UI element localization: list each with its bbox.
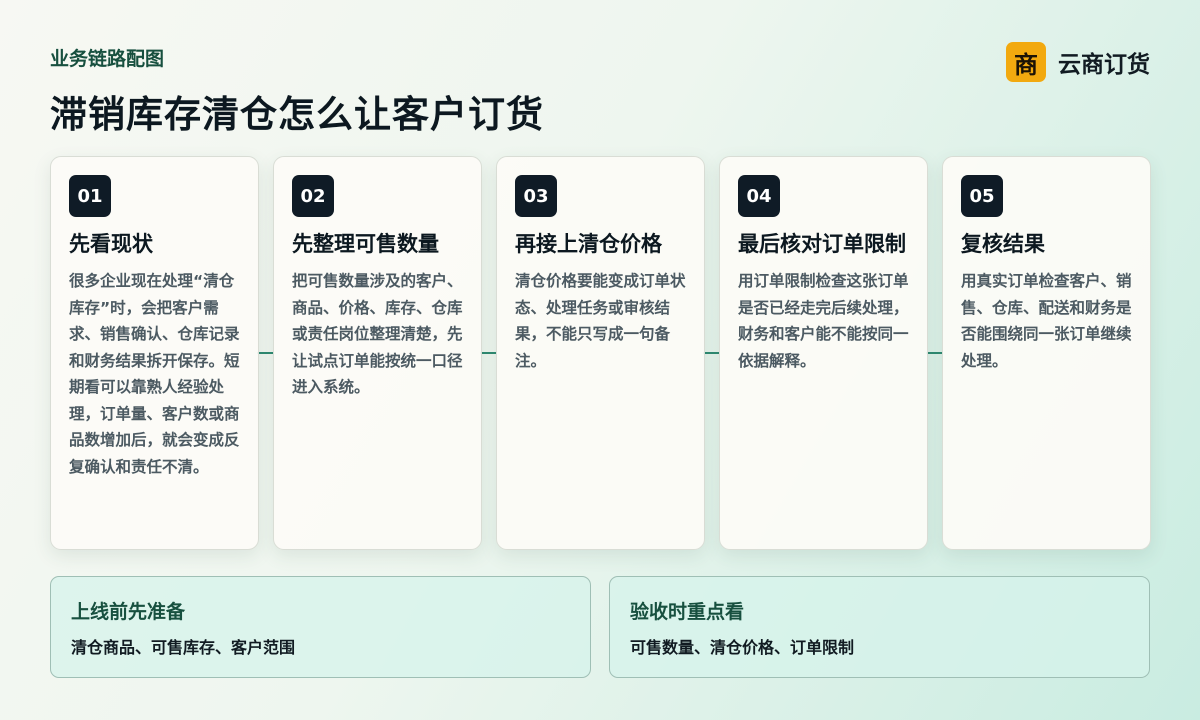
- step-connector: [257, 352, 273, 354]
- process-steps: 01 先看现状 很多企业现在处理“清仓库存”时，会把客户需求、销售确认、仓库记录…: [50, 156, 1151, 550]
- step-card-2: 02 先整理可售数量 把可售数量涉及的客户、商品、价格、库存、仓库或责任岗位整理…: [273, 156, 482, 550]
- page-title: 滞销库存清仓怎么让客户订货: [50, 93, 544, 136]
- step-number-badge: 01: [69, 175, 111, 217]
- step-description: 用真实订单检查客户、销售、仓库、配送和财务是否能围绕同一张订单继续处理。: [961, 272, 1132, 370]
- step-description: 清仓价格要能变成订单状态、处理任务或审核结果，不能只写成一句备注。: [515, 272, 686, 370]
- step-connector: [926, 352, 942, 354]
- step-card-1: 01 先看现状 很多企业现在处理“清仓库存”时，会把客户需求、销售确认、仓库记录…: [50, 156, 259, 550]
- acceptance-panel-title: 验收时重点看: [630, 601, 745, 623]
- step-number-badge: 03: [515, 175, 557, 217]
- step-title: 最后核对订单限制: [738, 232, 906, 256]
- brand-icon: 商: [1006, 42, 1046, 82]
- step-number-badge: 04: [738, 175, 780, 217]
- step-connector: [703, 352, 719, 354]
- acceptance-panel-text: 可售数量、清仓价格、订单限制: [630, 638, 855, 657]
- step-title: 先看现状: [69, 232, 153, 256]
- step-title: 再接上清仓价格: [515, 232, 662, 256]
- step-title: 复核结果: [961, 232, 1045, 256]
- step-card-5: 05 复核结果 用真实订单检查客户、销售、仓库、配送和财务是否能围绕同一张订单继…: [942, 156, 1151, 550]
- step-title: 先整理可售数量: [292, 232, 439, 256]
- step-card-3: 03 再接上清仓价格 清仓价格要能变成订单状态、处理任务或审核结果，不能只写成一…: [496, 156, 705, 550]
- brand-logo: 商 云商订货: [1006, 42, 1150, 82]
- step-connector: [480, 352, 496, 354]
- prepare-panel: 上线前先准备 清仓商品、可售库存、客户范围: [50, 576, 591, 678]
- prepare-panel-title: 上线前先准备: [71, 601, 186, 623]
- step-description: 很多企业现在处理“清仓库存”时，会把客户需求、销售确认、仓库记录和财务结果拆开保…: [69, 272, 240, 476]
- step-card-4: 04 最后核对订单限制 用订单限制检查这张订单是否已经走完后续处理，财务和客户能…: [719, 156, 928, 550]
- step-number-badge: 05: [961, 175, 1003, 217]
- step-description: 用订单限制检查这张订单是否已经走完后续处理，财务和客户能不能按同一依据解释。: [738, 272, 909, 370]
- step-description: 把可售数量涉及的客户、商品、价格、库存、仓库或责任岗位整理清楚，先让试点订单能按…: [292, 272, 463, 396]
- step-number-badge: 02: [292, 175, 334, 217]
- section-kicker: 业务链路配图: [50, 48, 165, 70]
- brand-name: 云商订货: [1058, 52, 1150, 78]
- prepare-panel-text: 清仓商品、可售库存、客户范围: [71, 638, 296, 657]
- acceptance-panel: 验收时重点看 可售数量、清仓价格、订单限制: [609, 576, 1150, 678]
